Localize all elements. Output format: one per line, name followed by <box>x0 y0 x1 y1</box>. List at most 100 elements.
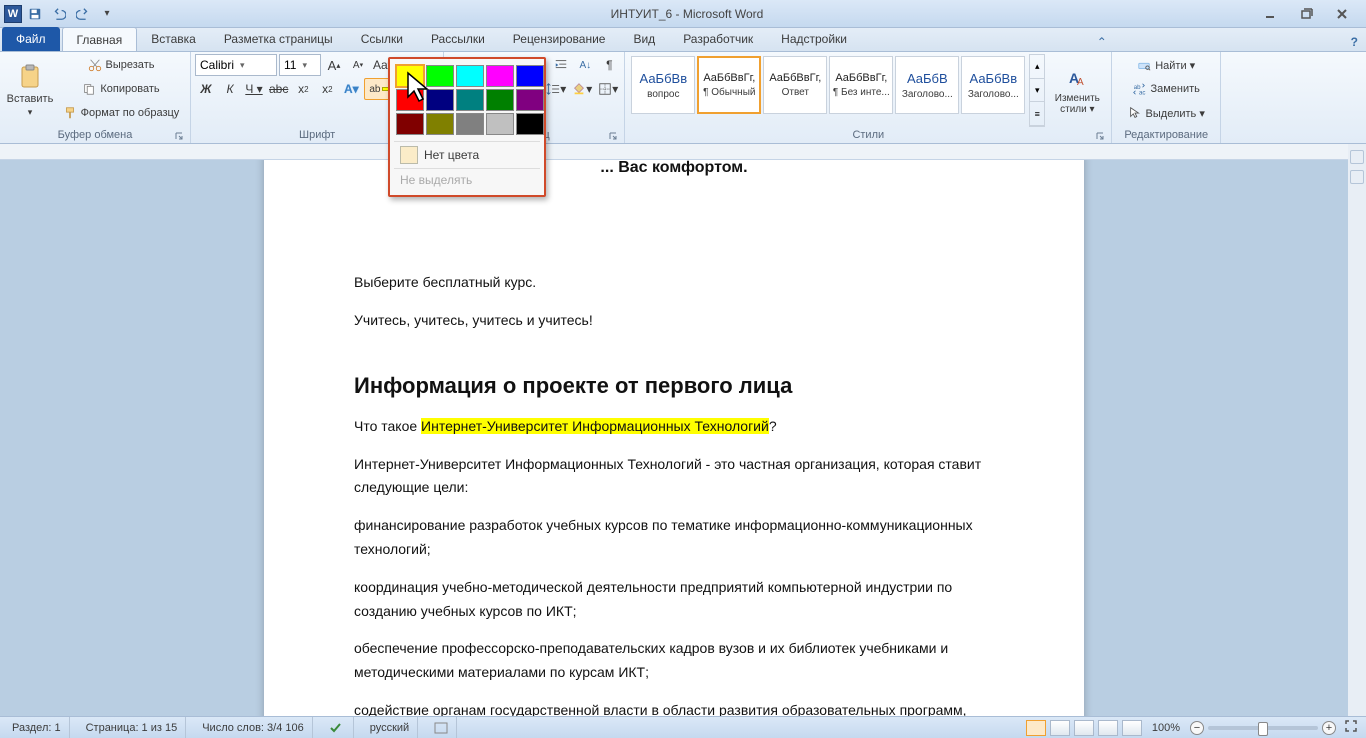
grow-font[interactable]: A▴ <box>323 54 345 76</box>
style-item-4[interactable]: АаБбВвГг,¶ Без инте... <box>829 56 893 114</box>
find-button[interactable]: Найти ▾ <box>1116 54 1216 76</box>
swatch-teal[interactable] <box>456 89 484 111</box>
styles-scroll[interactable]: ▴▾≡ <box>1029 54 1045 127</box>
document-page[interactable]: ... Вас комфортом. Выберите бесплатный к… <box>264 160 1084 716</box>
view-read[interactable] <box>1050 720 1070 736</box>
swatch-olive[interactable] <box>426 113 454 135</box>
swatch-navy[interactable] <box>426 89 454 111</box>
status-words[interactable]: Число слов: 3/4 106 <box>194 717 313 738</box>
borders-button[interactable]: ▾ <box>596 78 620 100</box>
no-color-item[interactable]: Нет цвета <box>394 142 540 168</box>
tab-addins[interactable]: Надстройки <box>767 27 861 51</box>
fullscreen-button[interactable] <box>1340 719 1362 736</box>
select-button[interactable]: Выделить ▾ <box>1116 102 1216 124</box>
strike-button[interactable]: abc <box>267 78 290 100</box>
highlighted-text: Интернет-Университет Информационных Техн… <box>421 418 769 434</box>
bold-button[interactable]: Ж <box>195 78 217 100</box>
tab-developer[interactable]: Разработчик <box>669 27 767 51</box>
swatch-yellow[interactable] <box>396 65 424 87</box>
tab-file[interactable]: Файл <box>2 27 60 51</box>
font-name-combo[interactable]: Calibri▾ <box>195 54 277 76</box>
subscript-button[interactable]: x2 <box>292 78 314 100</box>
tab-view[interactable]: Вид <box>619 27 669 51</box>
format-painter-button[interactable]: Формат по образцу <box>56 102 186 124</box>
paste-button[interactable]: Вставить ▾ <box>4 54 56 126</box>
save-button[interactable] <box>24 3 46 25</box>
side-panel <box>1348 144 1366 716</box>
horizontal-ruler[interactable] <box>0 144 1348 160</box>
status-section[interactable]: Раздел: 1 <box>4 717 70 738</box>
redo-button[interactable] <box>72 3 94 25</box>
swatch-gray[interactable] <box>456 113 484 135</box>
increase-indent[interactable] <box>550 54 572 76</box>
status-page[interactable]: Страница: 1 из 15 <box>78 717 187 738</box>
change-styles-button[interactable]: AAИзменить стили ▾ <box>1047 54 1107 127</box>
zoom-out[interactable]: − <box>1190 721 1204 735</box>
replace-button[interactable]: abacЗаменить <box>1116 78 1216 100</box>
shading-button[interactable]: ▾ <box>570 78 594 100</box>
swatch-cyan[interactable] <box>456 65 484 87</box>
no-color-icon <box>400 146 418 164</box>
help-button[interactable]: ? <box>1343 33 1366 51</box>
zoom-level[interactable]: 100% <box>1146 722 1186 734</box>
style-item-3[interactable]: АаБбВвГг,Ответ <box>763 56 827 114</box>
tab-layout[interactable]: Разметка страницы <box>210 27 347 51</box>
view-draft[interactable] <box>1122 720 1142 736</box>
zoom-slider[interactable] <box>1208 726 1318 730</box>
swatch-blue[interactable] <box>516 65 544 87</box>
style-item-6[interactable]: АаБбВвЗаголово... <box>961 56 1025 114</box>
minimize-button[interactable] <box>1256 5 1284 23</box>
swatch-magenta[interactable] <box>486 65 514 87</box>
swatch-purple[interactable] <box>516 89 544 111</box>
font-size-combo[interactable]: 11▾ <box>279 54 321 76</box>
styles-dialog[interactable] <box>1096 129 1108 141</box>
paragraph-dialog[interactable] <box>609 129 621 141</box>
undo-button[interactable] <box>48 3 70 25</box>
superscript-button[interactable]: x2 <box>316 78 338 100</box>
swatch-silver[interactable] <box>486 113 514 135</box>
tab-references[interactable]: Ссылки <box>347 27 417 51</box>
highlight-swatches <box>394 63 540 137</box>
italic-button[interactable]: К <box>219 78 241 100</box>
line-spacing[interactable]: ▾ <box>544 78 568 100</box>
tab-home[interactable]: Главная <box>62 27 138 51</box>
underline-button[interactable]: Ч ▾ <box>243 78 265 100</box>
stop-highlight-item: Не выделять <box>394 169 540 191</box>
swatch-black[interactable] <box>516 113 544 135</box>
view-outline[interactable] <box>1098 720 1118 736</box>
style-item-1[interactable]: АаБбВввопрос <box>631 56 695 114</box>
style-item-5[interactable]: АаБбВЗаголово... <box>895 56 959 114</box>
paragraph: Что такое Интернет-Университет Информаци… <box>354 415 994 439</box>
side-tool-1[interactable] <box>1350 150 1364 164</box>
tab-mailings[interactable]: Рассылки <box>417 27 499 51</box>
ribbon-minimize[interactable]: ⌃ <box>1089 33 1115 51</box>
status-language[interactable]: русский <box>362 717 418 738</box>
show-marks[interactable]: ¶ <box>598 54 620 76</box>
sort-button[interactable]: A↓ <box>574 54 596 76</box>
qat-customize[interactable]: ▾ <box>96 3 118 25</box>
swatch-green[interactable] <box>426 65 454 87</box>
paragraph: содействие органам государственной власт… <box>354 699 994 716</box>
view-web[interactable] <box>1074 720 1094 736</box>
close-button[interactable] <box>1328 5 1356 23</box>
editing-label: Редактирование <box>1116 127 1216 143</box>
swatch-darkgreen[interactable] <box>486 89 514 111</box>
copy-button[interactable]: Копировать <box>56 78 186 100</box>
tab-insert[interactable]: Вставка <box>137 27 210 51</box>
swatch-red[interactable] <box>396 89 424 111</box>
text-effects[interactable]: A▾ <box>340 78 362 100</box>
clipboard-dialog[interactable] <box>175 129 187 141</box>
zoom-in[interactable]: + <box>1322 721 1336 735</box>
shrink-font[interactable]: A▾ <box>347 54 369 76</box>
word-icon[interactable]: W <box>4 5 22 23</box>
side-tool-2[interactable] <box>1350 170 1364 184</box>
status-spell[interactable] <box>321 717 354 738</box>
cut-button[interactable]: Вырезать <box>56 54 186 76</box>
swatch-maroon[interactable] <box>396 113 424 135</box>
tab-review[interactable]: Рецензирование <box>499 27 620 51</box>
status-insert[interactable] <box>426 717 457 738</box>
view-print[interactable] <box>1026 720 1046 736</box>
style-item-2[interactable]: АаБбВвГг,¶ Обычный <box>697 56 761 114</box>
document-area: ... Вас комфортом. Выберите бесплатный к… <box>0 144 1366 716</box>
restore-button[interactable] <box>1292 5 1320 23</box>
